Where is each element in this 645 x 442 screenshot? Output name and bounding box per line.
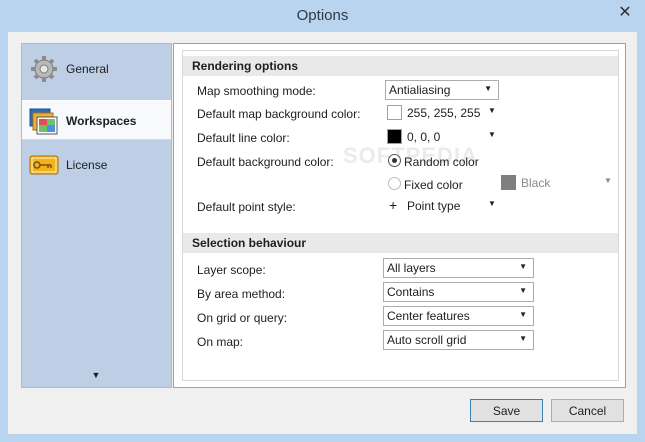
default-bg-color-label: Default background color:: [197, 155, 334, 169]
chevron-down-icon: ▼: [488, 106, 496, 115]
grid-query-label: On grid or query:: [197, 311, 288, 325]
layer-scope-value: All layers: [387, 261, 436, 275]
close-button[interactable]: ✕: [612, 2, 638, 24]
area-method-label: By area method:: [197, 287, 286, 301]
chevron-down-icon: ▼: [519, 310, 527, 319]
dialog-body: General Workspaces License ▼ SOFTPEDIA R…: [8, 32, 637, 434]
map-bg-color-label: Default map background color:: [197, 107, 361, 121]
fixed-color-label: Fixed color: [404, 178, 463, 192]
smoothing-mode-value: Antialiasing: [389, 83, 451, 97]
grid-query-dropdown[interactable]: Center features ▼: [383, 306, 534, 326]
sidebar: General Workspaces License ▼: [21, 43, 172, 388]
line-color-label: Default line color:: [197, 131, 290, 145]
line-color-value: 0, 0, 0: [407, 130, 441, 144]
chevron-down-icon: ▼: [604, 176, 612, 185]
fixed-color-value: Black: [521, 176, 551, 190]
chevron-down-icon: ▼: [488, 199, 496, 208]
sidebar-item-license[interactable]: License: [22, 145, 171, 185]
settings-panel: SOFTPEDIA Rendering options Map smoothin…: [173, 43, 626, 388]
point-style-value: Point type: [407, 199, 461, 213]
color-swatch: [387, 129, 402, 144]
area-method-dropdown[interactable]: Contains ▼: [383, 282, 534, 302]
on-map-dropdown[interactable]: Auto scroll grid ▼: [383, 330, 534, 350]
sidebar-item-label: General: [66, 62, 109, 76]
smoothing-mode-label: Map smoothing mode:: [197, 84, 316, 98]
grid-query-value: Center features: [387, 309, 470, 323]
point-type-icon: +: [389, 197, 398, 213]
area-method-value: Contains: [387, 285, 435, 299]
chevron-down-icon: ▼: [484, 84, 492, 93]
random-color-radio[interactable]: [388, 154, 401, 167]
chevron-down-icon: ▼: [488, 130, 496, 139]
color-swatch: [387, 105, 402, 120]
map-bg-color-picker[interactable]: 255, 255, 255 ▼: [385, 103, 499, 123]
random-color-label: Random color: [404, 155, 479, 169]
point-style-label: Default point style:: [197, 200, 296, 214]
license-key-icon: [29, 155, 59, 175]
fixed-color-picker[interactable]: Black ▼: [499, 173, 613, 193]
sidebar-item-workspaces[interactable]: Workspaces: [22, 100, 171, 140]
workspaces-icon: [29, 108, 58, 135]
layer-scope-dropdown[interactable]: All layers ▼: [383, 258, 534, 278]
chevron-down-icon: ▼: [519, 334, 527, 343]
on-map-label: On map:: [197, 335, 244, 349]
window-title: Options: [296, 7, 349, 24]
sidebar-item-label: Workspaces: [66, 114, 137, 128]
chevron-down-icon: ▼: [519, 286, 527, 295]
sidebar-item-general[interactable]: General: [22, 49, 171, 89]
fixed-color-radio[interactable]: [388, 177, 401, 190]
options-window: Options ✕ General Workspaces License ▼ S…: [0, 0, 645, 442]
chevron-down-icon: ▼: [519, 262, 527, 271]
rendering-options-header: Rendering options: [183, 56, 618, 76]
scroll-down-icon[interactable]: ▼: [90, 370, 102, 382]
color-swatch: [501, 175, 516, 190]
point-style-picker[interactable]: + Point type ▼: [385, 196, 499, 216]
sidebar-item-label: License: [66, 158, 108, 172]
on-map-value: Auto scroll grid: [387, 333, 467, 347]
layer-scope-label: Layer scope:: [197, 263, 266, 277]
settings-panel-inner: SOFTPEDIA Rendering options Map smoothin…: [182, 50, 619, 381]
title-bar: Options ✕: [0, 0, 645, 32]
selection-behaviour-header: Selection behaviour: [183, 233, 618, 253]
save-button[interactable]: Save: [470, 399, 543, 422]
line-color-picker[interactable]: 0, 0, 0 ▼: [385, 127, 499, 147]
map-bg-color-value: 255, 255, 255: [407, 106, 481, 120]
cancel-button[interactable]: Cancel: [551, 399, 624, 422]
smoothing-mode-dropdown[interactable]: Antialiasing ▼: [385, 80, 499, 100]
gear-icon: [31, 56, 57, 82]
